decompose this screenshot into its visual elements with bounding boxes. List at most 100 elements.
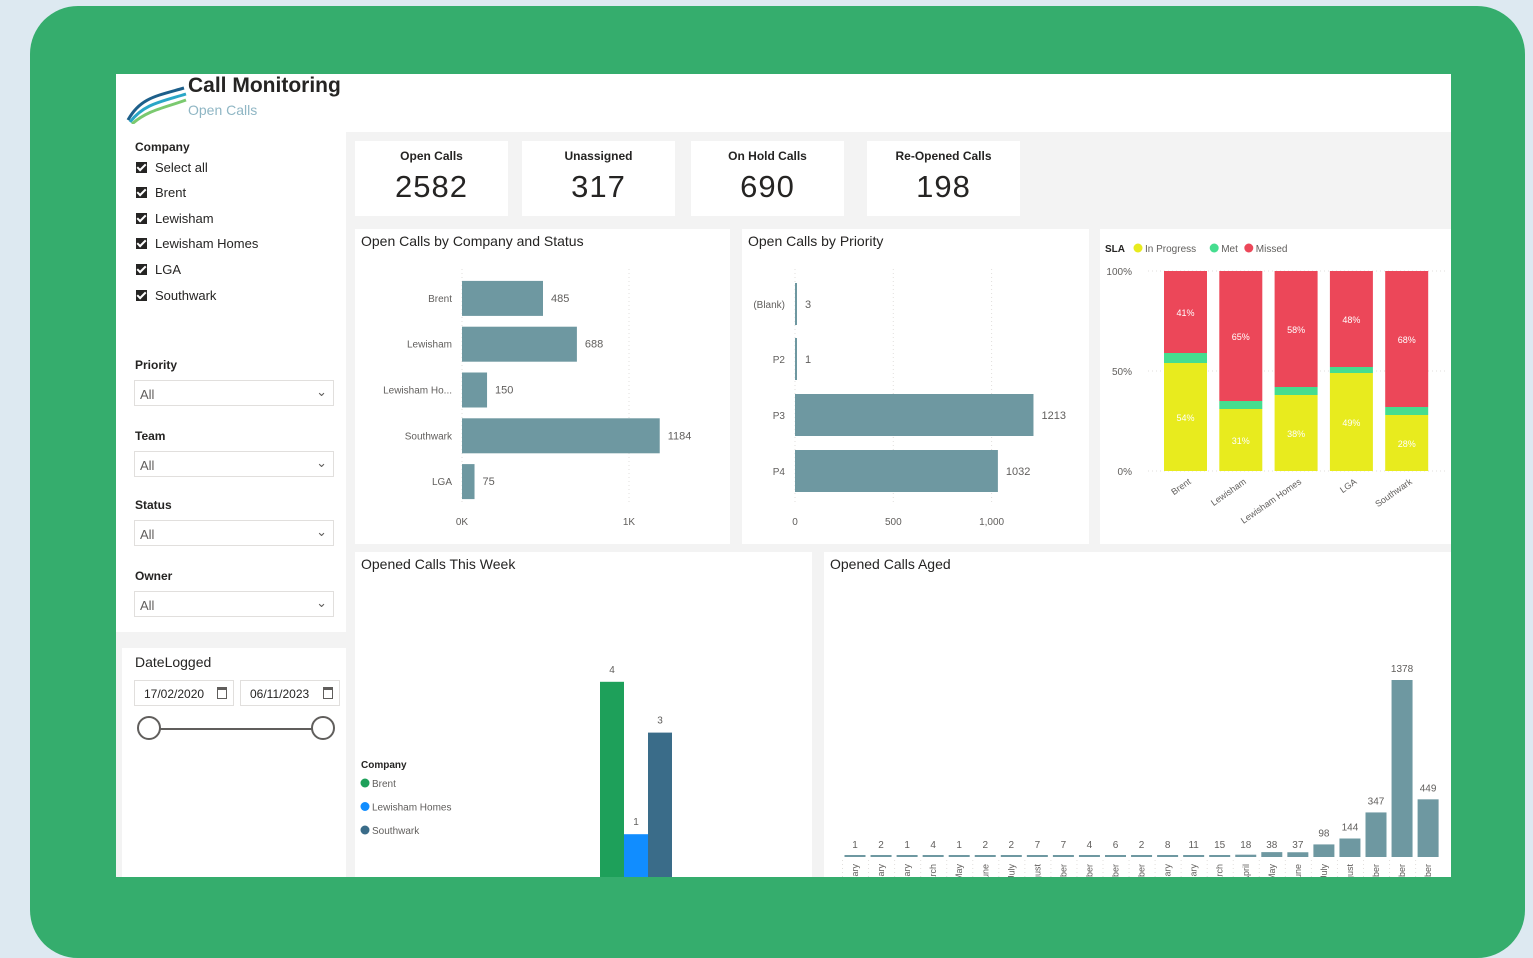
data-label: 1 xyxy=(904,840,910,851)
data-label: 1213 xyxy=(1041,410,1065,422)
bar xyxy=(795,338,797,380)
category-label: P3 xyxy=(773,411,786,422)
category-label: April xyxy=(1241,864,1251,877)
category-label: P4 xyxy=(773,467,786,478)
category-label: Southwark xyxy=(1373,476,1414,509)
team-dropdown[interactable]: All ⌄ xyxy=(134,451,334,477)
legend-label: In Progress xyxy=(1145,244,1196,255)
checkbox-checked-icon[interactable] xyxy=(136,187,147,199)
bar xyxy=(462,418,660,454)
kpi-on-hold[interactable]: On Hold Calls 690 xyxy=(691,141,844,216)
data-label: 4 xyxy=(609,665,615,676)
kpi-value: 198 xyxy=(916,169,971,204)
kpi-value: 690 xyxy=(740,169,795,204)
company-option[interactable]: Brent xyxy=(136,184,186,202)
bar xyxy=(1287,852,1309,857)
data-label: 688 xyxy=(585,339,603,351)
company-option[interactable]: Lewisham xyxy=(136,209,214,227)
chart-priority[interactable]: Open Calls by Priority (Blank) 3 P2 1 P3 1213… xyxy=(742,229,1089,544)
legend-label: Southwark xyxy=(372,826,420,837)
bar-segment xyxy=(1385,407,1429,415)
chart-title: SLA xyxy=(1105,244,1125,255)
checkbox-checked-icon[interactable] xyxy=(136,161,147,173)
tick-label: 0% xyxy=(1118,467,1133,478)
checkbox-checked-icon[interactable] xyxy=(136,238,147,250)
data-label: 98 xyxy=(1318,828,1330,839)
data-label: 1 xyxy=(852,840,858,851)
category-label: February xyxy=(1189,864,1199,877)
category-label: Brent xyxy=(428,294,452,305)
tick-label: 100% xyxy=(1106,267,1132,278)
filter-pane: Company Select all Brent Lewisham Lewisham … xyxy=(116,132,346,877)
checkbox-checked-icon[interactable] xyxy=(136,263,147,275)
calendar-icon xyxy=(323,687,333,699)
company-option-label: Brent xyxy=(155,185,187,201)
priority-dropdown[interactable]: All ⌄ xyxy=(134,380,334,406)
status-dropdown[interactable]: All ⌄ xyxy=(134,520,334,546)
bar xyxy=(1391,680,1413,857)
bar xyxy=(624,834,648,877)
bar xyxy=(462,372,488,408)
category-label: Lewisham Ho... xyxy=(383,386,452,397)
bar xyxy=(795,450,998,492)
company-option-label: Select all xyxy=(155,159,208,175)
chart-this-week[interactable]: Opened Calls This Week Company Brent Lewis… xyxy=(355,552,812,877)
checkbox-checked-icon[interactable] xyxy=(136,212,147,224)
kpi-open-calls[interactable]: Open Calls 2582 xyxy=(355,141,508,216)
data-label: 2 xyxy=(1139,840,1145,851)
data-label: 3 xyxy=(657,716,663,727)
data-label: 3 xyxy=(805,299,811,311)
waves-logo-icon xyxy=(126,86,187,124)
date-slider-start-handle[interactable] xyxy=(137,716,161,740)
bar xyxy=(1131,855,1153,857)
category-label: March xyxy=(928,864,938,877)
date-to-input[interactable]: 06/11/2023 xyxy=(240,680,340,706)
company-option[interactable]: Select all xyxy=(136,158,208,176)
date-slider-end-handle[interactable] xyxy=(311,716,335,740)
category-label: September xyxy=(1058,864,1068,877)
kpi-label: On Hold Calls xyxy=(728,149,807,163)
kpi-unassigned[interactable]: Unassigned 317 xyxy=(522,141,675,216)
bar xyxy=(600,681,624,877)
bar xyxy=(795,394,1034,436)
chart-company-status[interactable]: Open Calls by Company and Status Brent 48… xyxy=(355,229,730,544)
status-label: Status xyxy=(135,498,172,512)
data-label: 7 xyxy=(1061,840,1067,851)
category-label: P2 xyxy=(773,355,786,366)
company-option[interactable]: Southwark xyxy=(136,286,216,304)
company-option[interactable]: LGA xyxy=(136,260,181,278)
bar xyxy=(1026,855,1048,857)
category-label: LGA xyxy=(432,477,452,488)
data-label: 4 xyxy=(930,840,936,851)
priority-label: Priority xyxy=(135,358,178,372)
bar xyxy=(1052,855,1074,857)
bar xyxy=(870,855,892,857)
date-from-input[interactable]: 17/02/2020 xyxy=(134,680,234,706)
checkbox-checked-icon[interactable] xyxy=(136,289,147,301)
category-label: November xyxy=(1423,864,1433,877)
data-label: 485 xyxy=(551,293,569,305)
data-label: 37 xyxy=(1292,840,1304,851)
chevron-down-icon: ⌄ xyxy=(316,455,327,470)
owner-dropdown[interactable]: All ⌄ xyxy=(134,591,334,617)
data-label: 8 xyxy=(1165,840,1171,851)
owner-value: All xyxy=(140,598,155,613)
bar xyxy=(1105,855,1126,857)
company-option[interactable]: Lewisham Homes xyxy=(136,235,258,253)
page-subtitle: Open Calls xyxy=(188,102,258,118)
chart-aged[interactable]: Opened Calls Aged 1February2January1Febr… xyxy=(824,552,1451,877)
chart-sla[interactable]: SLA In Progress Met Missed 0% 50% 100% 54% 41% Br… xyxy=(1100,229,1451,544)
bar-segment xyxy=(1329,367,1373,373)
date-label: DateLogged xyxy=(135,654,212,670)
category-label: Lewisham xyxy=(407,340,452,351)
data-label: 1 xyxy=(805,354,811,366)
category-label: June xyxy=(1293,864,1303,877)
date-slider-track[interactable] xyxy=(150,728,324,730)
legend-marker xyxy=(1133,243,1143,253)
bar xyxy=(922,855,944,857)
data-label: 68% xyxy=(1398,335,1416,345)
data-label: 150 xyxy=(495,385,513,397)
dropdown-slicers: Priority All ⌄ Team All ⌄ Status All ⌄ Owne… xyxy=(116,350,346,632)
bar xyxy=(648,732,672,877)
kpi-reopened[interactable]: Re-Opened Calls 198 xyxy=(867,141,1020,216)
